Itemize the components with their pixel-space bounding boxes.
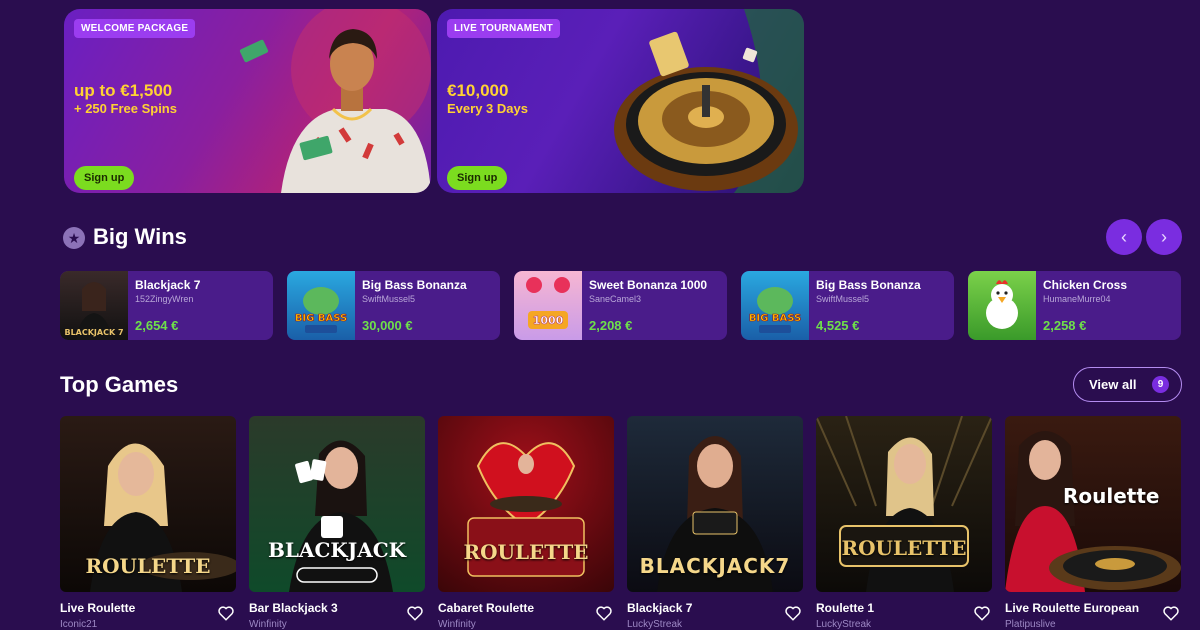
game-thumbnail: BIG BASS <box>287 271 355 340</box>
game-title: Live Roulette European <box>1005 601 1140 615</box>
game-card[interactable]: ROULETTE <box>438 416 614 592</box>
view-all-count-badge: 9 <box>1152 376 1169 393</box>
game-title: Blackjack 7 <box>627 601 693 615</box>
game-provider: Winfinity <box>249 619 287 630</box>
game-card[interactable]: BLACKJACK7 <box>627 416 803 592</box>
game-art <box>289 440 393 592</box>
win-amount: 4,525 € <box>816 318 860 333</box>
thumb-text: BIG BASS <box>295 313 347 324</box>
big-win-card[interactable]: BIG BASS Big Bass Bonanza SwiftMussel5 4… <box>741 271 954 340</box>
win-game-name: Big Bass Bonanza <box>816 278 921 292</box>
win-game-name: Chicken Cross <box>1043 278 1128 292</box>
thumb-text: BIG BASS <box>749 313 801 324</box>
win-amount: 30,000 € <box>362 318 413 333</box>
promo-subtitle: + 250 Free Spins <box>74 101 177 116</box>
game-logo-text: Roulette <box>1063 484 1160 508</box>
game-thumbnail: 1000 <box>514 271 582 340</box>
game-logo-text: ROULETTE <box>463 540 589 564</box>
game-card[interactable]: Roulette <box>1005 416 1181 592</box>
game-provider: Platipuslive <box>1005 619 1056 630</box>
favorite-heart-icon[interactable] <box>1162 604 1180 622</box>
favorite-heart-icon[interactable] <box>973 604 991 622</box>
favorite-heart-icon[interactable] <box>784 604 802 622</box>
promo-amount: €10,000 <box>447 81 509 100</box>
win-game-name: Blackjack 7 <box>135 278 201 292</box>
welcome-package-banner[interactable]: WELCOME PACKAGE up to €1,500 + 250 Free … <box>64 9 431 193</box>
chevron-right-icon[interactable]: › <box>1146 219 1182 255</box>
game-provider: Iconic21 <box>60 619 98 630</box>
game-title: Cabaret Roulette <box>438 601 535 615</box>
win-amount: 2,258 € <box>1043 318 1087 333</box>
game-art <box>467 442 585 577</box>
win-game-name: Big Bass Bonanza <box>362 278 467 292</box>
game-art <box>816 416 992 592</box>
game-logo-text: BLACKJACK7 <box>639 554 791 578</box>
game-thumbnail: BIG BASS <box>741 271 809 340</box>
game-logo-text: ROULETTE <box>85 554 211 578</box>
win-username: 152ZingyWren <box>135 294 194 304</box>
promo-tag: LIVE TOURNAMENT <box>447 19 560 38</box>
game-logo-text: ROULETTE <box>841 536 967 560</box>
win-amount: 2,208 € <box>589 318 633 333</box>
game-thumbnail <box>968 271 1036 340</box>
live-tournament-banner[interactable]: LIVE TOURNAMENT €10,000 Every 3 Days Sig… <box>437 9 804 193</box>
game-card[interactable]: ROULETTE <box>60 416 236 592</box>
promo-amount: up to €1,500 <box>74 81 173 100</box>
top-games-title: Top Games <box>60 372 179 397</box>
big-win-card[interactable]: BIG BASS Big Bass Bonanza SwiftMussel5 3… <box>287 271 500 340</box>
promo-subtitle: Every 3 Days <box>447 101 528 116</box>
game-card[interactable]: ROULETTE <box>816 416 992 592</box>
big-wins-title: Big Wins <box>93 224 187 249</box>
promo-tag: WELCOME PACKAGE <box>74 19 196 38</box>
win-username: SaneCamel3 <box>589 294 642 304</box>
win-username: SwiftMussel5 <box>362 294 416 304</box>
game-provider: LuckyStreak <box>816 619 872 630</box>
game-title: Bar Blackjack 3 <box>249 601 338 615</box>
game-thumbnail: BLACKJACK 7 <box>60 271 128 340</box>
game-provider: LuckyStreak <box>627 619 683 630</box>
view-all-label: View all <box>1089 377 1137 392</box>
favorite-heart-icon[interactable] <box>595 604 613 622</box>
win-amount: 2,654 € <box>135 318 179 333</box>
signup-button[interactable]: Sign up <box>447 166 508 190</box>
favorite-heart-icon[interactable] <box>217 604 235 622</box>
game-title: Roulette 1 <box>816 601 875 615</box>
game-logo-text: BLACKJACK <box>267 538 407 562</box>
game-provider: Winfinity <box>438 619 476 630</box>
big-win-card[interactable]: Chicken Cross HumaneMurre04 2,258 € <box>968 271 1181 340</box>
favorite-heart-icon[interactable] <box>406 604 424 622</box>
star-icon: ★ <box>63 227 85 249</box>
big-win-card[interactable]: BLACKJACK 7 Blackjack 7 152ZingyWren 2,6… <box>60 271 273 340</box>
promo-character-image <box>239 9 431 193</box>
view-all-button[interactable]: View all 9 <box>1073 367 1182 402</box>
win-game-name: Sweet Bonanza 1000 <box>589 278 708 292</box>
signup-button[interactable]: Sign up <box>74 166 135 190</box>
win-username: HumaneMurre04 <box>1043 294 1111 304</box>
thumb-text: BLACKJACK 7 <box>64 328 123 337</box>
win-username: SwiftMussel5 <box>816 294 870 304</box>
thumb-text: 1000 <box>533 314 564 327</box>
game-title: Live Roulette <box>60 601 136 615</box>
big-win-card[interactable]: 1000 Sweet Bonanza 1000 SaneCamel3 2,208… <box>514 271 727 340</box>
chevron-left-icon[interactable]: ‹ <box>1106 219 1142 255</box>
game-card[interactable]: BLACKJACK <box>249 416 425 592</box>
roulette-wheel-image <box>614 9 804 193</box>
